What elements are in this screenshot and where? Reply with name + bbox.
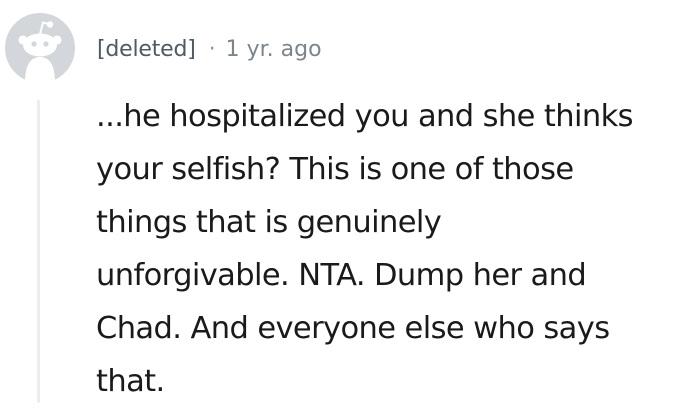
comment-body-line: unforgivable. NTA. Dump her and: [96, 258, 587, 293]
comment: [deleted] · 1 yr. ago ...he hospitalized…: [0, 0, 700, 403]
comment-meta: [deleted] · 1 yr. ago: [97, 31, 322, 67]
meta-separator: ·: [208, 36, 216, 62]
comment-timestamp[interactable]: 1 yr. ago: [226, 37, 322, 62]
comment-body-line: things that is genuinely: [96, 205, 442, 240]
comment-author[interactable]: [deleted]: [97, 37, 196, 62]
comment-body-line: that.: [96, 364, 165, 399]
comment-body-line: ...he hospitalized you and she thinks: [96, 99, 634, 134]
avatar[interactable]: [5, 13, 75, 83]
reddit-snoo-avatar-icon: [5, 13, 75, 83]
comment-body-line: your selfish? This is one of those: [96, 152, 574, 187]
comment-body-line: Chad. And everyone else who says: [96, 311, 610, 346]
thread-collapse-line[interactable]: [37, 100, 40, 403]
comment-body: ...he hospitalized you and she thinks yo…: [96, 90, 700, 408]
